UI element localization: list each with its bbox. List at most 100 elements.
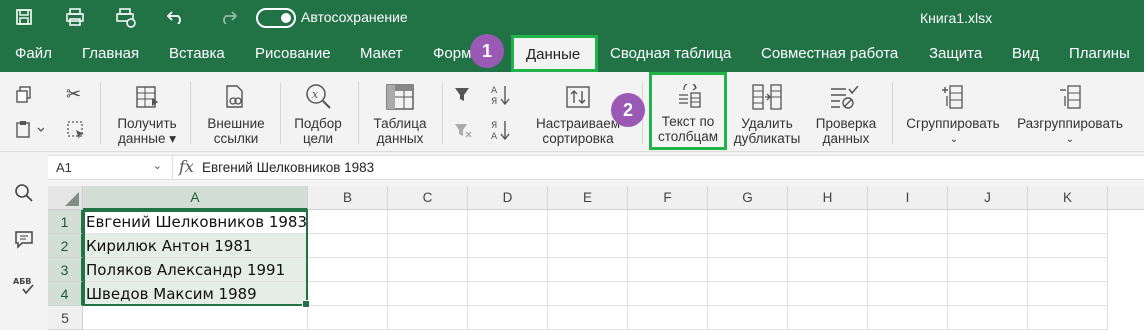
tab-home[interactable]: Главная [82,45,139,62]
grid-cell[interactable] [788,282,868,306]
grid-cell[interactable] [308,306,388,330]
redo-icon[interactable] [218,8,238,28]
tab-layout[interactable]: Макет [360,45,402,62]
column-header-g[interactable]: G [708,186,788,210]
row-header-2[interactable]: 2 [48,234,83,258]
sort-ascending-icon[interactable]: АЯ [490,84,512,107]
search-icon[interactable] [12,183,36,207]
grid-cell[interactable] [388,282,468,306]
remove-duplicates-icon[interactable] [752,84,782,114]
custom-sort-icon[interactable] [565,84,591,114]
data-table-button[interactable]: Таблица данных [365,116,435,146]
column-header-i[interactable]: I [868,186,948,210]
ungroup-button[interactable]: Разгруппировать [1012,116,1128,131]
grid-cell[interactable] [468,210,548,234]
data-validation-button[interactable]: Проверка данных [808,116,884,146]
get-data-icon[interactable] [134,84,160,114]
grid-cell[interactable] [628,306,708,330]
column-header-f[interactable]: F [628,186,708,210]
tab-pivot[interactable]: Сводная таблица [610,45,731,62]
grid-cell[interactable] [868,282,948,306]
formula-input[interactable]: Евгений Шелковников 1983 [202,160,374,175]
grid-cell[interactable] [1028,282,1108,306]
grid-cell[interactable] [948,282,1028,306]
grid-cell[interactable] [788,210,868,234]
cell-a1[interactable]: Евгений Шелковников 1983 [83,210,308,234]
print-icon[interactable] [65,8,85,28]
tab-formulas[interactable]: Форм [433,45,471,62]
filter-icon[interactable] [454,86,470,106]
sort-descending-icon[interactable]: ЯА [490,119,512,145]
grid-cell[interactable] [708,306,788,330]
cut-icon[interactable]: ✂ [66,84,81,105]
row-header-1[interactable]: 1 [48,210,83,234]
grid-cell[interactable] [388,210,468,234]
name-box[interactable]: A1 ⌄ [48,156,173,179]
tab-insert[interactable]: Вставка [169,45,225,62]
grid-cell[interactable] [388,306,468,330]
grid-cell[interactable] [868,210,948,234]
tab-draw[interactable]: Рисование [255,45,331,62]
grid-cell[interactable] [388,234,468,258]
tab-collaboration[interactable]: Совместная работа [761,45,898,62]
grid-cell[interactable] [308,210,388,234]
grid-cell[interactable] [468,258,548,282]
get-data-button[interactable]: Получить данные ▾ [112,116,182,146]
group-dropdown-icon[interactable]: ⌄ [948,132,960,147]
column-header-h[interactable]: H [788,186,868,210]
grid-cell[interactable] [948,234,1028,258]
row-header-3[interactable]: 3 [48,258,83,282]
grid-cell[interactable] [1028,258,1108,282]
grid-cell[interactable] [628,210,708,234]
grid-cell[interactable] [548,258,628,282]
column-header-c[interactable]: C [388,186,468,210]
column-header-k[interactable]: K [1028,186,1108,210]
function-icon[interactable]: fx [179,157,194,176]
data-validation-icon[interactable] [830,85,860,114]
grid-cell[interactable] [628,282,708,306]
goal-seek-button[interactable]: Подбор цели [286,116,350,146]
copy-icon[interactable] [16,86,34,108]
grid-cell[interactable] [628,234,708,258]
grid-cell[interactable] [548,234,628,258]
grid-cell[interactable] [1028,306,1108,330]
grid-cell[interactable] [548,282,628,306]
tab-data[interactable]: Данные [511,35,598,72]
grid-cell[interactable] [868,306,948,330]
column-header-j[interactable]: J [948,186,1028,210]
row-header-4[interactable]: 4 [48,282,83,306]
chevron-down-icon[interactable]: ⌄ [153,159,162,172]
grid-cell[interactable] [468,306,548,330]
grid-cell[interactable] [948,258,1028,282]
grid-cell[interactable] [388,258,468,282]
remove-duplicates-button[interactable]: Удалить дубликаты [730,116,804,146]
cell-a2[interactable]: Кирилюк Антон 1981 [83,234,308,258]
autosave-toggle[interactable] [256,8,296,28]
select-icon[interactable] [66,120,86,144]
tab-protection[interactable]: Защита [929,45,982,62]
cell-a5[interactable] [83,306,308,330]
external-links-icon[interactable] [222,84,248,114]
grid-cell[interactable] [708,210,788,234]
column-header-a[interactable]: A [83,186,308,210]
ungroup-icon[interactable] [1058,84,1082,114]
grid-cell[interactable] [788,234,868,258]
grid-cell[interactable] [308,234,388,258]
column-header-d[interactable]: D [468,186,548,210]
data-table-icon[interactable] [386,84,414,114]
grid-cell[interactable] [708,234,788,258]
grid-cell[interactable] [628,258,708,282]
external-links-button[interactable]: Внешние ссылки [200,116,272,146]
grid-cell[interactable] [708,282,788,306]
clear-filter-icon[interactable] [454,122,472,142]
tab-file[interactable]: Файл [15,45,52,62]
column-header-e[interactable]: E [548,186,628,210]
tab-view[interactable]: Вид [1012,45,1039,62]
ungroup-dropdown-icon[interactable]: ⌄ [1064,132,1076,147]
text-to-columns-button[interactable] [649,72,727,150]
quick-print-icon[interactable] [115,8,136,28]
undo-icon[interactable] [166,8,186,28]
grid-cell[interactable] [308,282,388,306]
cell-a4[interactable]: Шведов Максим 1989 [83,282,308,306]
grid-cell[interactable] [1028,210,1108,234]
